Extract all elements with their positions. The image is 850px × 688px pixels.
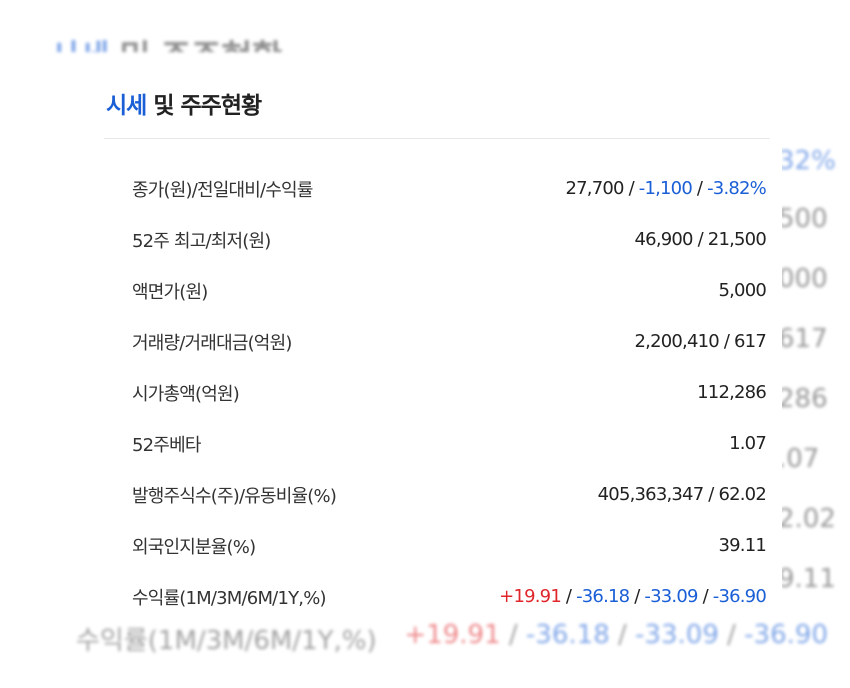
row-returns: 수익률(1M/3M/6M/1Y,%) +19.91 / -36.18 / -33…: [132, 571, 767, 622]
row-value: 27,700 / -1,100 / -3.82%: [565, 178, 766, 199]
row-market-cap: 시가총액(억원) 112,286: [132, 367, 767, 418]
price-change: -1,100: [638, 178, 693, 199]
row-value: 39.11: [718, 535, 766, 556]
row-value: 405,363,347 / 62.02: [597, 484, 767, 505]
market-info-table: 종가(원)/전일대비/수익률 27,700 / -1,100 / -3.82% …: [132, 163, 767, 622]
row-label: 52주베타: [132, 434, 201, 456]
background-edge-value: .07: [778, 444, 820, 474]
row-label: 발행주식수(주)/유동비율(%): [132, 485, 337, 507]
background-edge-value: 500: [778, 204, 828, 234]
row-label: 시가총액(억원): [132, 383, 240, 405]
background-edge-value: 000: [778, 264, 828, 294]
background-edge-value: 2.02: [778, 504, 836, 534]
background-edge-value: 32%: [778, 146, 836, 176]
row-label: 종가(원)/전일대비/수익률: [132, 179, 313, 201]
row-foreign-ownership: 외국인지분율(%) 39.11: [132, 520, 767, 571]
market-info-panel: 시세 및 주주현황 종가(원)/전일대비/수익률 27,700 / -1,100…: [92, 68, 782, 616]
row-label: 52주 최고/최저(원): [132, 230, 271, 252]
background-edge-value: 9.11: [778, 564, 836, 594]
row-value: 1.07: [729, 433, 767, 454]
return-1y: -36.90: [712, 586, 767, 607]
row-close-price: 종가(원)/전일대비/수익률 27,700 / -1,100 / -3.82%: [132, 163, 767, 214]
return-1m: +19.91: [499, 586, 562, 607]
background-edge-value: 286: [778, 384, 828, 414]
panel-divider: [104, 138, 770, 139]
panel-title-rest: 및 주주현황: [153, 93, 262, 119]
row-52week-range: 52주 최고/최저(원) 46,900 / 21,500: [132, 214, 767, 265]
row-value: 5,000: [718, 280, 766, 301]
row-label: 외국인지분율(%): [132, 536, 256, 558]
row-value: +19.91 / -36.18 / -33.09 / -36.90: [499, 586, 767, 607]
row-value: 112,286: [697, 382, 767, 403]
row-label: 거래량/거래대금(억원): [132, 332, 292, 354]
panel-title: 시세 및 주주현황: [106, 86, 262, 120]
price-change-rate: -3.82%: [707, 178, 767, 199]
row-value: 2,200,410 / 617: [634, 331, 767, 352]
row-value: 46,900 / 21,500: [634, 229, 767, 250]
row-par-value: 액면가(원) 5,000: [132, 265, 767, 316]
return-6m: -33.09: [644, 586, 698, 607]
row-beta: 52주베타 1.07: [132, 418, 767, 469]
return-3m: -36.18: [576, 586, 630, 607]
row-volume: 거래량/거래대금(억원) 2,200,410 / 617: [132, 316, 767, 367]
panel-title-highlight: 시세: [106, 93, 147, 119]
background-returns-row: 수익률(1M/3M/6M/1Y,%) +19.91 / -36.18 / -33…: [76, 620, 828, 656]
close-price: 27,700: [565, 178, 624, 199]
row-shares-outstanding: 발행주식수(주)/유동비율(%) 405,363,347 / 62.02: [132, 469, 767, 520]
row-label: 수익률(1M/3M/6M/1Y,%): [132, 587, 327, 609]
row-label: 액면가(원): [132, 281, 208, 303]
background-edge-value: 617: [778, 324, 828, 354]
